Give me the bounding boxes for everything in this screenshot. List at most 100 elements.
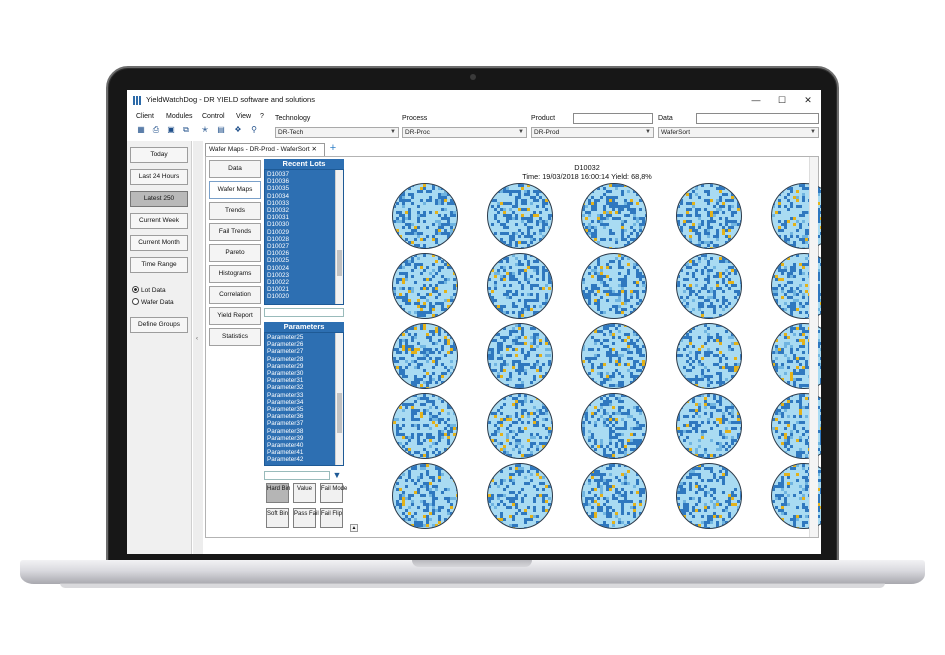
wafer-map[interactable] xyxy=(487,183,553,249)
list-item[interactable]: D10028 xyxy=(267,236,289,243)
wafer-map[interactable] xyxy=(392,183,458,249)
wafer-map[interactable] xyxy=(581,253,647,319)
wafer-map[interactable] xyxy=(581,393,647,459)
list-item[interactable]: D10025 xyxy=(267,257,289,264)
wafer-map[interactable] xyxy=(581,183,647,249)
nav-statistics[interactable]: Statistics xyxy=(209,328,261,346)
splitter[interactable]: ‹ xyxy=(193,141,203,554)
wafer-map[interactable] xyxy=(392,463,458,529)
wafer-map[interactable] xyxy=(392,253,458,319)
time-range-button[interactable]: Time Range xyxy=(130,257,188,273)
recent-lots-scrollbar[interactable] xyxy=(335,170,343,304)
nav-correlation[interactable]: Correlation xyxy=(209,286,261,304)
menu-control[interactable]: Control xyxy=(202,113,225,120)
list-item[interactable]: D10024 xyxy=(267,265,289,272)
nav-yield-report[interactable]: Yield Report xyxy=(209,307,261,325)
filter-icon[interactable]: ▼ xyxy=(331,471,343,480)
list-item[interactable]: D10037 xyxy=(267,171,289,178)
process-select[interactable]: DR-Proc ▼ xyxy=(402,127,527,138)
wafer-map[interactable] xyxy=(392,323,458,389)
zoom-range-icon[interactable]: ✭ xyxy=(200,125,210,135)
wafer-data-radio[interactable]: Wafer Data xyxy=(132,298,174,306)
layers-icon[interactable]: ▤ xyxy=(216,125,226,135)
list-item[interactable]: D10033 xyxy=(267,200,289,207)
scroll-up-icon[interactable]: ▲ xyxy=(350,524,358,532)
list-item[interactable]: Parameter25 xyxy=(267,334,303,341)
list-item[interactable]: D10020 xyxy=(267,293,289,300)
list-item[interactable]: Parameter30 xyxy=(267,370,303,377)
nav-wafer-maps[interactable]: Wafer Maps xyxy=(209,181,261,199)
wafer-map[interactable] xyxy=(676,253,742,319)
list-item[interactable]: Parameter33 xyxy=(267,392,303,399)
copy-icon[interactable]: ⧉ xyxy=(181,125,191,135)
tab-close-icon[interactable]: ✕ xyxy=(311,146,316,153)
list-item[interactable]: D10029 xyxy=(267,229,289,236)
list-item[interactable]: Parameter34 xyxy=(267,399,303,406)
scroll-thumb[interactable] xyxy=(337,393,342,433)
wafer-map[interactable] xyxy=(676,323,742,389)
list-item[interactable]: Parameter28 xyxy=(267,356,303,363)
product-text-field[interactable] xyxy=(573,113,653,124)
wafer-map[interactable] xyxy=(581,323,647,389)
nav-pareto[interactable]: Pareto xyxy=(209,244,261,262)
list-item[interactable]: Parameter40 xyxy=(267,442,303,449)
current-month-button[interactable]: Current Month xyxy=(130,235,188,251)
list-item[interactable]: Parameter29 xyxy=(267,363,303,370)
list-item[interactable]: D10035 xyxy=(267,185,289,192)
tab-wafer-maps[interactable]: Wafer Maps - DR-Prod - WaferSort ✕ xyxy=(205,143,325,156)
parameters-filter-field[interactable] xyxy=(264,471,330,480)
lot-data-radio[interactable]: Lot Data xyxy=(132,286,166,294)
list-item[interactable]: Parameter31 xyxy=(267,377,303,384)
wafer-map[interactable] xyxy=(487,463,553,529)
parameters-scrollbar[interactable] xyxy=(335,333,343,465)
close-icon[interactable]: ✕ xyxy=(799,93,817,107)
list-item[interactable]: D10030 xyxy=(267,221,289,228)
list-item[interactable]: D10034 xyxy=(267,193,289,200)
wafer-scrollbar[interactable] xyxy=(809,157,818,537)
technology-select[interactable]: DR-Tech ▼ xyxy=(275,127,399,138)
product-select[interactable]: DR-Prod ▼ xyxy=(531,127,654,138)
wafer-map[interactable] xyxy=(581,463,647,529)
fail-mode-button[interactable]: Fail Mode xyxy=(320,483,347,503)
list-item[interactable]: D10026 xyxy=(267,250,289,257)
nav-fail-trends[interactable]: Fail Trends xyxy=(209,223,261,241)
recent-lots-filter-field[interactable] xyxy=(264,308,344,317)
data-select[interactable]: WaferSort ▼ xyxy=(658,127,819,138)
add-tab-icon[interactable]: + xyxy=(327,143,339,155)
wafer-map[interactable] xyxy=(487,393,553,459)
list-item[interactable]: Parameter36 xyxy=(267,413,303,420)
data-text-field[interactable] xyxy=(696,113,819,124)
list-item[interactable]: Parameter42 xyxy=(267,456,303,463)
print-icon[interactable]: ⎙ xyxy=(151,125,161,135)
hard-bin-button[interactable]: Hard Bin xyxy=(266,483,290,503)
pass-fail-button[interactable]: Pass Fail xyxy=(293,508,319,528)
list-item[interactable]: Parameter39 xyxy=(267,435,303,442)
list-item[interactable]: D10027 xyxy=(267,243,289,250)
menu-view[interactable]: View xyxy=(236,113,251,120)
menu-help[interactable]: ? xyxy=(260,113,264,120)
list-item[interactable]: Parameter32 xyxy=(267,384,303,391)
wafer-map[interactable] xyxy=(487,323,553,389)
wafer-map[interactable] xyxy=(487,253,553,319)
list-item[interactable]: D10022 xyxy=(267,279,289,286)
wafer-map[interactable] xyxy=(676,183,742,249)
new-icon[interactable]: ▦ xyxy=(136,125,146,135)
soft-bin-button[interactable]: Soft Bin xyxy=(266,508,289,528)
wafer-map[interactable] xyxy=(392,393,458,459)
list-item[interactable]: Parameter41 xyxy=(267,449,303,456)
scroll-thumb[interactable] xyxy=(337,250,342,276)
today-button[interactable]: Today xyxy=(130,147,188,163)
list-item[interactable]: Parameter35 xyxy=(267,406,303,413)
wafer-map[interactable] xyxy=(676,463,742,529)
latest-250-button[interactable]: Latest 250 xyxy=(130,191,188,207)
nav-data[interactable]: Data xyxy=(209,160,261,178)
list-item[interactable]: Parameter27 xyxy=(267,348,303,355)
list-item[interactable]: D10021 xyxy=(267,286,289,293)
list-item[interactable]: Parameter26 xyxy=(267,341,303,348)
wafer-map[interactable] xyxy=(676,393,742,459)
tools-icon[interactable]: ❖ xyxy=(233,125,243,135)
current-week-button[interactable]: Current Week xyxy=(130,213,188,229)
value-button[interactable]: Value xyxy=(293,483,316,503)
maximize-icon[interactable]: ☐ xyxy=(773,93,791,107)
list-item[interactable]: Parameter38 xyxy=(267,428,303,435)
